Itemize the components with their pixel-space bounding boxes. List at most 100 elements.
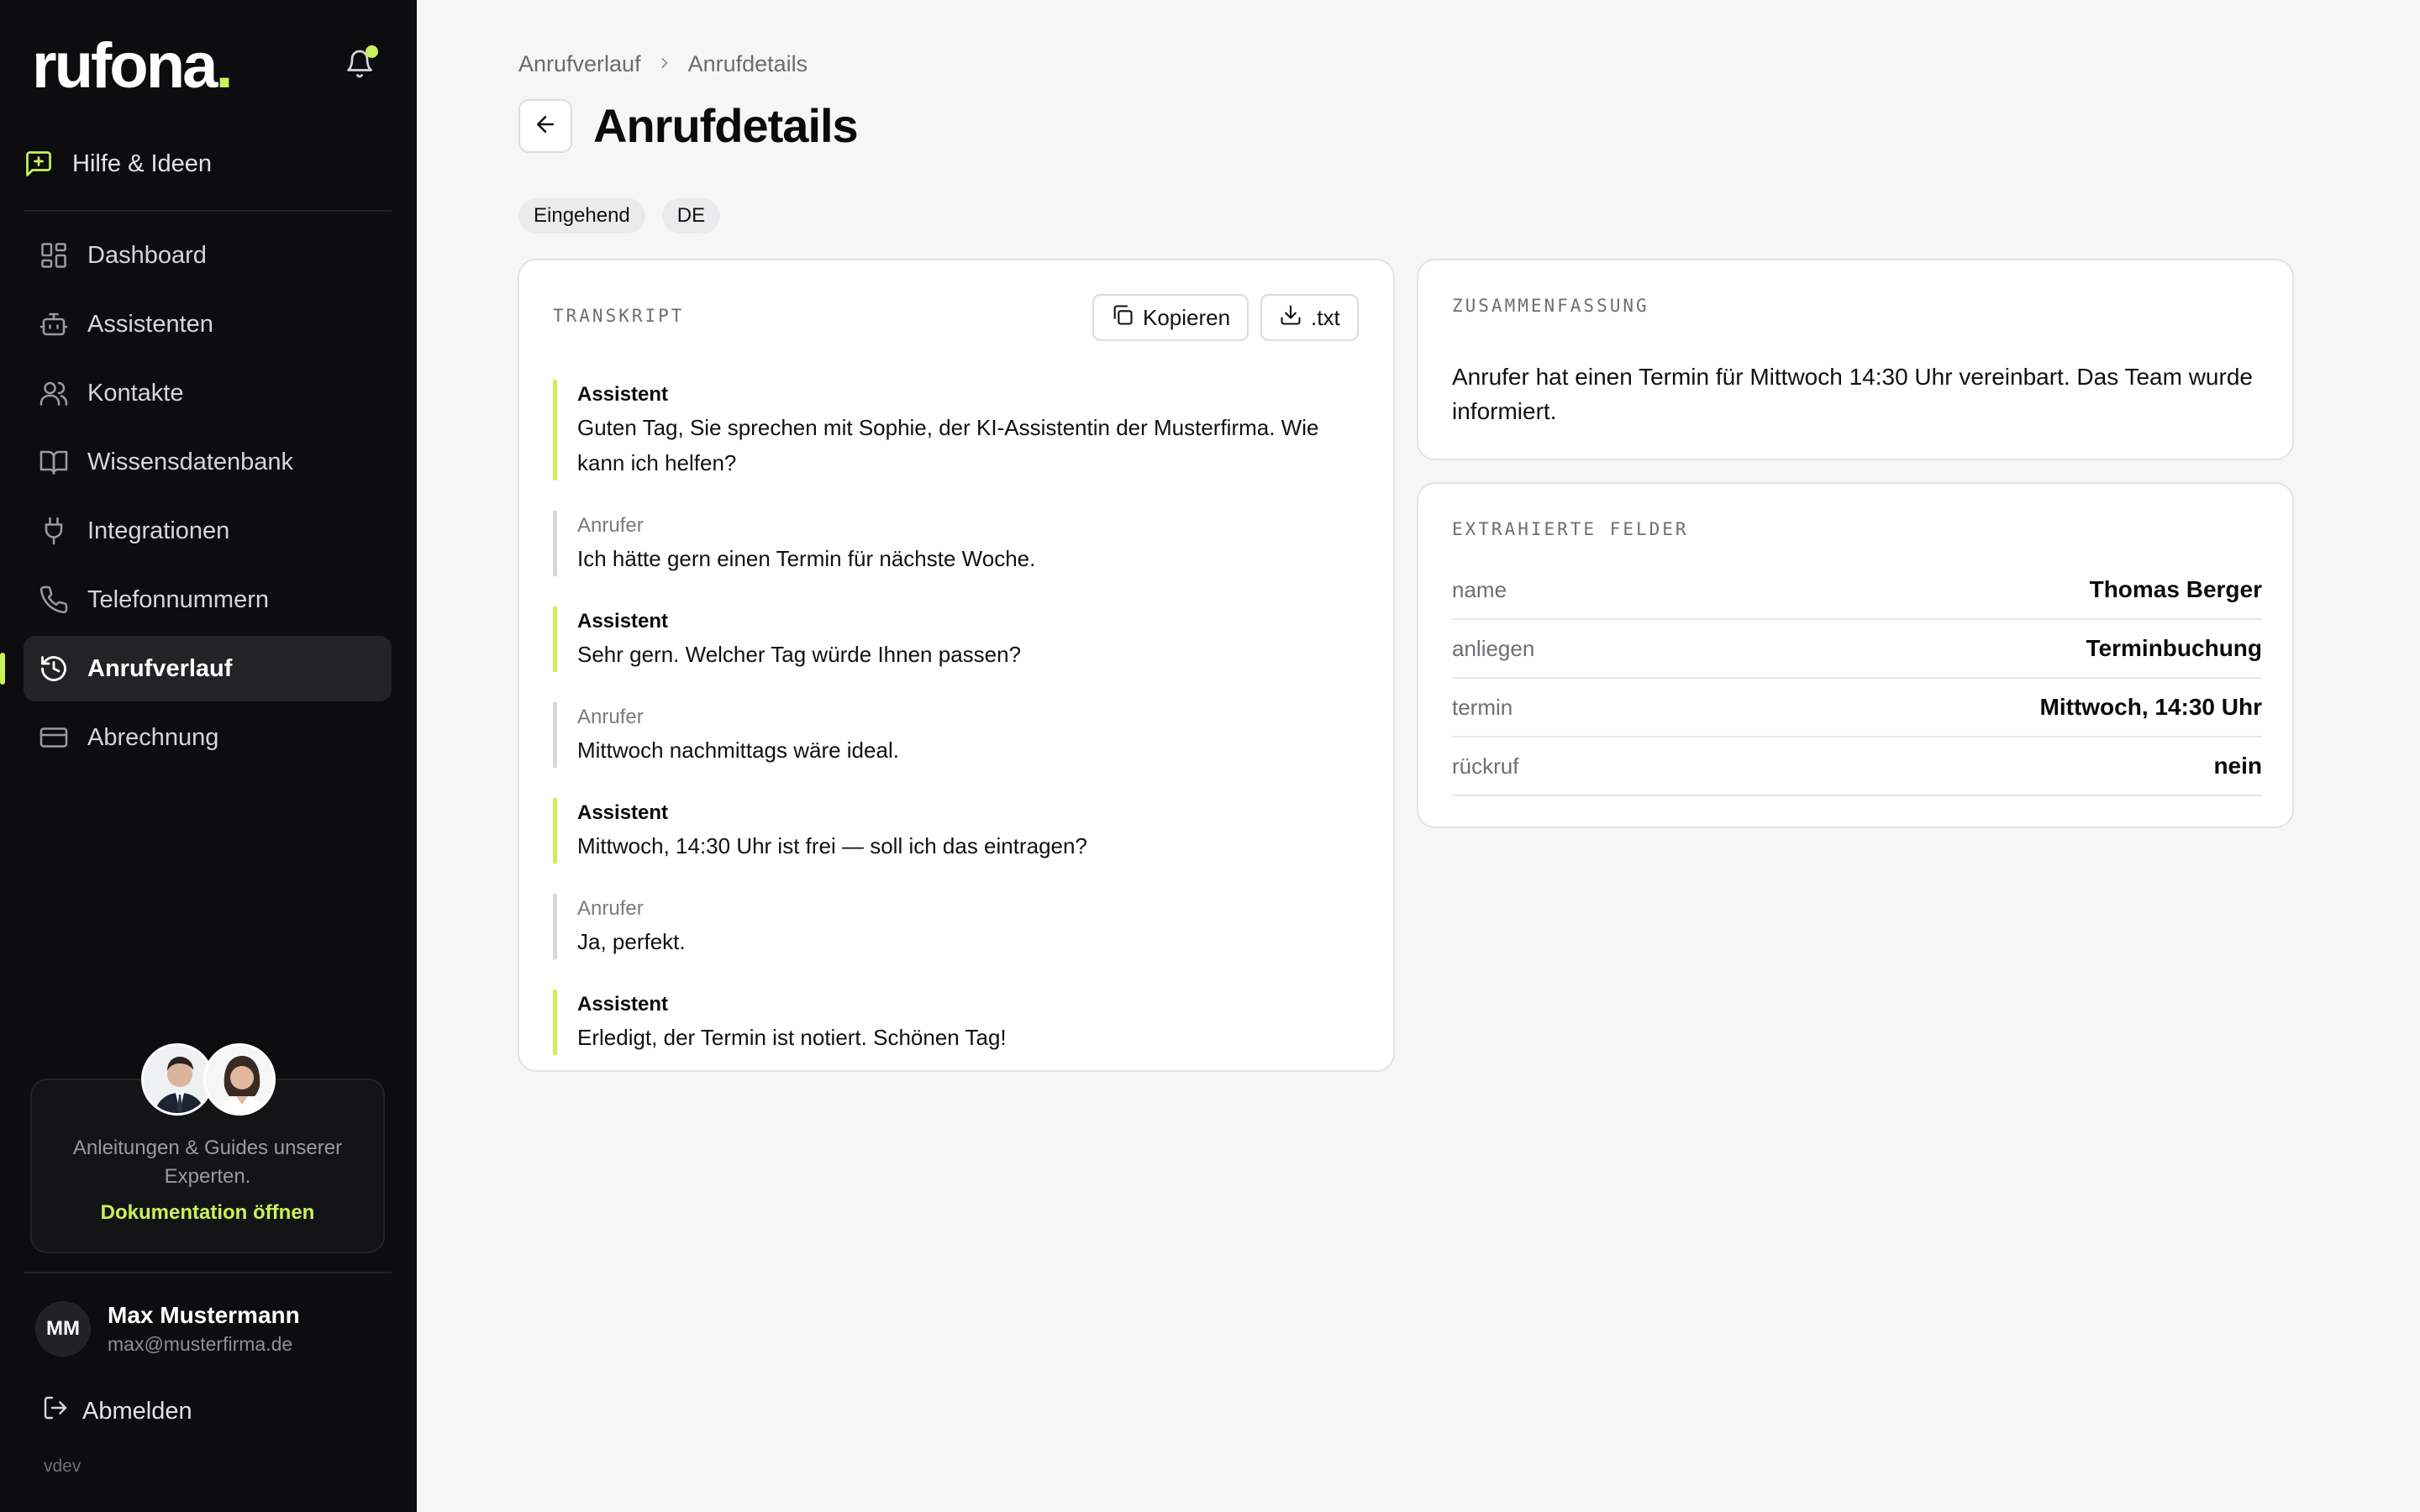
sidebar-item-label: Dashboard <box>87 241 207 269</box>
sidebar-item-label: Abrechnung <box>87 723 219 751</box>
field-row: rückruf nein <box>1452 738 2262 796</box>
sidebar-nav: Dashboard Assistenten Kontakte Wissensda… <box>0 223 392 774</box>
message-role: Assistent <box>577 993 669 1016</box>
users-icon <box>39 378 69 408</box>
brand-logo[interactable]: rufona. <box>32 29 234 104</box>
help-ideas-link[interactable]: Hilfe & Ideen <box>24 143 212 185</box>
expert-avatars <box>141 1043 276 1116</box>
field-row: name Thomas Berger <box>1452 561 2262 620</box>
sidebar-item-label: Anrufverlauf <box>87 654 233 682</box>
sidebar-item-label: Telefonnummern <box>87 585 269 613</box>
field-key: name <box>1452 576 1507 602</box>
sidebar-item-label: Assistenten <box>87 310 213 338</box>
documentation-card-text: Anleitungen & Guides unserer Experten. <box>72 1137 343 1188</box>
field-key: anliegen <box>1452 635 1535 661</box>
summary-label: Zusammenfassung <box>1452 296 1649 316</box>
transcript-message: Anrufer Mittwoch nachmittags wäre ideal. <box>553 702 1360 768</box>
sidebar-item-knowledge-base[interactable]: Wissensdatenbank <box>24 429 392 495</box>
sidebar-item-label: Kontakte <box>87 379 184 407</box>
extracted-fields-label: Extrahierte Felder <box>1452 519 1689 539</box>
field-key: rückruf <box>1452 753 1519 779</box>
message-role: Assistent <box>577 383 669 406</box>
extracted-fields-card: Extrahierte Felder name Thomas Berger an… <box>1417 482 2294 828</box>
logo-dot: . <box>215 30 233 102</box>
sidebar-item-billing[interactable]: Abrechnung <box>24 705 392 770</box>
breadcrumb-current: Anrufdetails <box>687 50 808 76</box>
download-label: .txt <box>1311 304 1340 330</box>
page-title: Anrufdetails <box>593 99 859 152</box>
sidebar-item-label: Wissensdatenbank <box>87 448 294 475</box>
avatar: MM <box>35 1301 91 1357</box>
bot-icon <box>39 309 69 339</box>
user-profile[interactable]: MM Max Mustermann max@musterfirma.de <box>35 1299 300 1359</box>
copy-label: Kopieren <box>1143 304 1231 330</box>
message-role: Anrufer <box>577 897 644 920</box>
message-role: Assistent <box>577 610 669 633</box>
copy-icon <box>1111 303 1134 333</box>
message-text: Erledigt, der Termin ist notiert. Schöne… <box>577 1025 1007 1050</box>
sidebar-item-call-history[interactable]: Anrufverlauf <box>0 636 392 701</box>
field-value: Thomas Berger <box>2089 576 2262 602</box>
transcript-message: Assistent Erledigt, der Termin ist notie… <box>553 990 1360 1055</box>
sidebar-item-phone-numbers[interactable]: Telefonnummern <box>24 567 392 633</box>
download-txt-button[interactable]: .txt <box>1260 294 1359 341</box>
message-text: Ich hätte gern einen Termin für nächste … <box>577 546 1036 571</box>
documentation-link[interactable]: Dokumentation öffnen <box>32 1201 383 1225</box>
message-role: Assistent <box>577 801 669 824</box>
sidebar-item-contacts[interactable]: Kontakte <box>24 360 392 426</box>
logout-button[interactable]: Abmelden <box>42 1394 192 1428</box>
field-key: termin <box>1452 694 1513 720</box>
transcript-label: Transkript <box>553 306 685 326</box>
field-value: Terminbuchung <box>2086 635 2262 661</box>
message-plus-icon <box>24 149 54 179</box>
sidebar-divider <box>24 1272 392 1273</box>
field-row: termin Mittwoch, 14:30 Uhr <box>1452 679 2262 738</box>
language-badge: DE <box>661 198 721 234</box>
logout-label: Abmelden <box>82 1397 192 1425</box>
summary-text: Anrufer hat einen Termin für Mittwoch 14… <box>1452 364 2253 424</box>
sidebar-item-label: Integrationen <box>87 517 230 544</box>
book-icon <box>39 447 69 477</box>
transcript-message: Assistent Sehr gern. Welcher Tag würde I… <box>553 606 1360 672</box>
call-tags: Eingehend DE <box>518 198 721 234</box>
message-role: Anrufer <box>577 706 644 728</box>
sidebar-item-integrations[interactable]: Integrationen <box>24 498 392 564</box>
message-text: Mittwoch, 14:30 Uhr ist frei — soll ich … <box>577 833 1087 858</box>
dashboard-icon <box>39 240 69 270</box>
sidebar: rufona. Hilfe & Ideen Dashboard Assisten… <box>0 0 417 1512</box>
transcript-message: Anrufer Ich hätte gern einen Termin für … <box>553 511 1360 576</box>
back-button[interactable] <box>518 99 572 153</box>
transcript-message: Assistent Mittwoch, 14:30 Uhr ist frei —… <box>553 798 1360 864</box>
chevron-right-icon <box>656 51 673 77</box>
transcript-message: Anrufer Ja, perfekt. <box>553 894 1360 959</box>
sidebar-item-assistants[interactable]: Assistenten <box>24 291 392 357</box>
message-role: Anrufer <box>577 514 644 537</box>
user-name: Max Mustermann <box>108 1302 300 1328</box>
logout-icon <box>42 1394 69 1428</box>
sidebar-item-dashboard[interactable]: Dashboard <box>24 223 392 288</box>
download-icon <box>1279 303 1302 333</box>
expert-avatar-female <box>203 1043 276 1116</box>
app-version: vdev <box>44 1457 82 1476</box>
notification-badge <box>366 45 378 58</box>
plug-icon <box>39 516 69 546</box>
phone-icon <box>39 585 69 615</box>
transcript-message: Assistent Guten Tag, Sie sprechen mit So… <box>553 380 1360 480</box>
user-email: max@musterfirma.de <box>108 1333 293 1355</box>
field-value: nein <box>2213 753 2262 779</box>
arrow-left-icon <box>533 112 558 141</box>
copy-button[interactable]: Kopieren <box>1092 294 1249 341</box>
transcript-messages: Assistent Guten Tag, Sie sprechen mit So… <box>553 380 1360 1085</box>
message-text: Sehr gern. Welcher Tag würde Ihnen passe… <box>577 642 1022 667</box>
field-row: anliegen Terminbuchung <box>1452 620 2262 679</box>
transcript-card: Transkript Kopieren .txt Assistent Guten… <box>518 259 1395 1072</box>
message-text: Mittwoch nachmittags wäre ideal. <box>577 738 899 763</box>
summary-card: Zusammenfassung Anrufer hat einen Termin… <box>1417 259 2294 460</box>
sidebar-divider <box>24 210 392 212</box>
breadcrumb-parent[interactable]: Anrufverlauf <box>518 51 641 77</box>
message-text: Ja, perfekt. <box>577 929 686 954</box>
notification-bell-icon[interactable] <box>345 45 378 81</box>
direction-badge: Eingehend <box>518 198 645 234</box>
breadcrumb: Anrufverlauf Anrufdetails <box>518 49 808 79</box>
history-icon <box>39 654 69 684</box>
